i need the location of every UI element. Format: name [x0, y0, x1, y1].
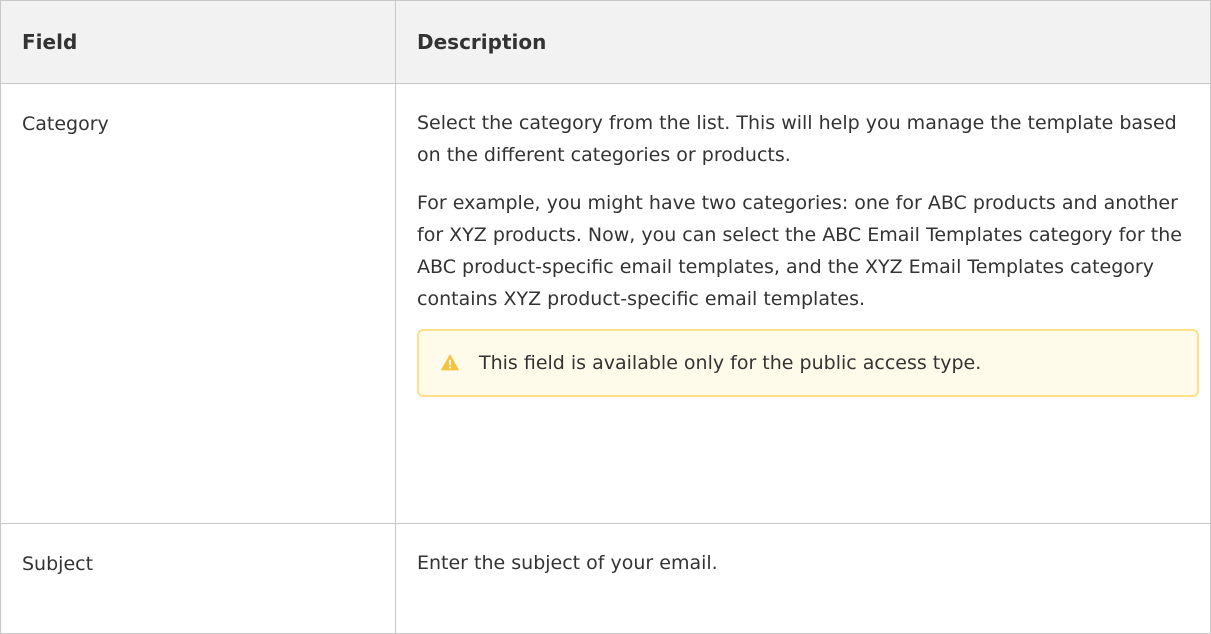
- header-field: Field: [0, 0, 396, 84]
- field-name-subject: Subject: [0, 523, 396, 634]
- description-paragraph: For example, you might have two categori…: [417, 192, 1182, 310]
- table-row: Category Select the category from the li…: [0, 83, 1211, 524]
- fields-table: Field Description Category Select the ca…: [0, 0, 1211, 634]
- warning-triangle-icon: [441, 354, 459, 370]
- field-name-category: Category: [0, 83, 396, 524]
- warning-callout: This field is available only for the pub…: [417, 329, 1199, 397]
- description-paragraph: Enter the subject of your email.: [417, 552, 718, 574]
- warning-text: This field is available only for the pub…: [479, 352, 982, 374]
- field-description-subject: Enter the subject of your email.: [395, 523, 1211, 634]
- table-row: Subject Enter the subject of your email.: [0, 523, 1211, 634]
- table-header: Field Description: [0, 0, 1211, 84]
- field-description-category: Select the category from the list. This …: [395, 83, 1211, 524]
- description-paragraph: Select the category from the list. This …: [417, 112, 1177, 166]
- table-header-row: Field Description: [0, 0, 1211, 84]
- header-description: Description: [395, 0, 1211, 84]
